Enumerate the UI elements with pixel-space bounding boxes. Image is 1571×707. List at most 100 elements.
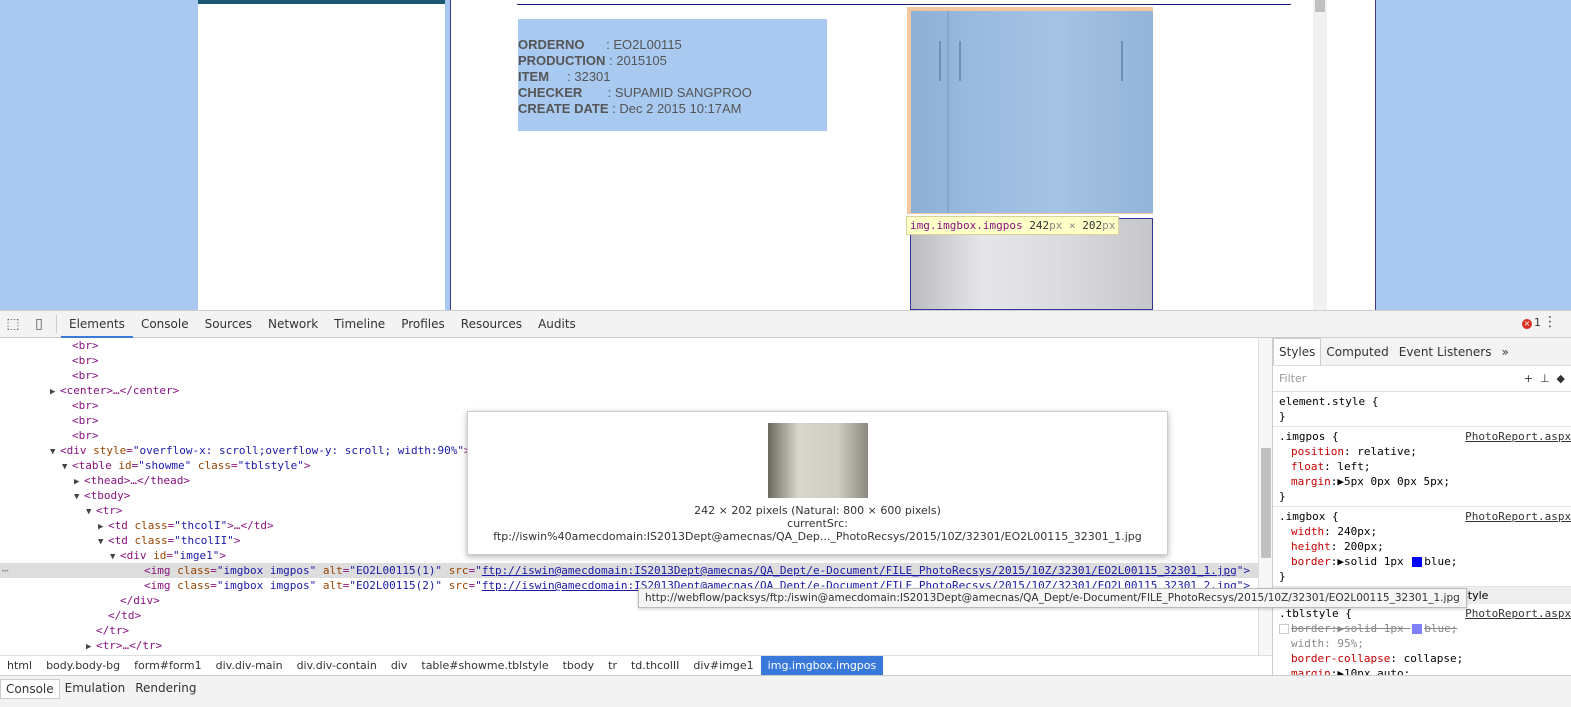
web-page-viewport: ORDERNO : EO2L00115 PRODUCTION : 2015105… bbox=[0, 0, 1571, 310]
node-markup: <div id="imge1"> bbox=[120, 549, 226, 562]
tblstyle-rule[interactable]: .tblstyle { PhotoReport.aspx:14 border:▶… bbox=[1273, 604, 1571, 675]
source-link[interactable]: PhotoReport.aspx:16 bbox=[1465, 509, 1571, 524]
dom-node[interactable]: ▶ <tr>…</tr> bbox=[0, 638, 1258, 653]
tab-timeline[interactable]: Timeline bbox=[326, 311, 393, 338]
node-markup: <br> bbox=[72, 369, 99, 382]
tab-console[interactable]: Console bbox=[133, 311, 197, 338]
tab-audits[interactable]: Audits bbox=[530, 311, 584, 338]
src-link[interactable]: ftp://iswin@amecdomain:IS2013Dept@amecna… bbox=[482, 564, 1237, 577]
dom-node[interactable]: <br> bbox=[0, 368, 1258, 383]
breadcrumb-item[interactable]: table#showme.tblstyle bbox=[414, 656, 555, 676]
divider bbox=[56, 315, 57, 333]
info-row: ORDERNO : EO2L00115 bbox=[518, 37, 682, 52]
node-menu-dots[interactable]: ⋯ bbox=[2, 563, 9, 578]
breadcrumb-item[interactable]: img.imgbox.imgpos bbox=[760, 655, 884, 676]
divider bbox=[517, 4, 1291, 5]
source-link[interactable]: PhotoReport.aspx:14 bbox=[1465, 606, 1571, 621]
tab-elements[interactable]: Elements bbox=[61, 311, 133, 338]
tab-styles[interactable]: Styles bbox=[1273, 338, 1322, 365]
tab-event-listeners[interactable]: Event Listeners bbox=[1394, 345, 1497, 359]
image-preview-popover: 242 × 202 pixels (Natural: 800 × 600 pix… bbox=[467, 411, 1168, 555]
more-options-icon[interactable]: ⋮ bbox=[1543, 314, 1557, 330]
tab-network[interactable]: Network bbox=[260, 311, 326, 338]
collapsed-triangle-icon[interactable]: ▶ bbox=[86, 640, 96, 655]
node-markup: </tr> bbox=[96, 624, 130, 637]
imgpos-rule[interactable]: .imgpos { PhotoReport.aspx:17 position: … bbox=[1273, 427, 1571, 507]
breadcrumb-item[interactable]: tbody bbox=[556, 656, 602, 676]
url-tooltip: http://webflow/packsys/ftp:/iswin@amecdo… bbox=[638, 588, 1467, 608]
attr-value-end: "> bbox=[1236, 564, 1251, 577]
info-row: ITEM : 32301 bbox=[518, 69, 611, 84]
breadcrumb-item[interactable]: div bbox=[384, 656, 415, 676]
devtools-toolbar: ⬚ ▯ Elements Console Sources Network Timelin… bbox=[0, 310, 1571, 338]
dom-node[interactable]: <br> bbox=[0, 338, 1258, 353]
drawer-tabs: Console Emulation Rendering bbox=[0, 675, 1571, 707]
node-markup: <br> bbox=[72, 399, 99, 412]
node-markup: <br> bbox=[72, 354, 99, 367]
new-style-rule-icon[interactable]: + bbox=[1524, 372, 1533, 385]
breadcrumb-item[interactable]: form#form1 bbox=[127, 656, 209, 676]
breadcrumb-item[interactable]: html bbox=[0, 656, 39, 676]
inspect-element-icon[interactable]: ⬚ bbox=[0, 311, 26, 337]
dom-node[interactable]: </tr> bbox=[0, 623, 1258, 638]
styles-tabs: Styles Computed Event Listeners » bbox=[1273, 338, 1571, 366]
page-sidebar bbox=[198, 4, 445, 310]
content-scrollbar[interactable] bbox=[1313, 0, 1327, 310]
breadcrumb-item[interactable]: div#imge1 bbox=[686, 656, 760, 676]
node-markup: <td class="thcolII"> bbox=[108, 534, 241, 547]
breadcrumb-item[interactable]: body.body-bg bbox=[39, 656, 127, 676]
node-markup: <thead>…</thead> bbox=[84, 474, 190, 487]
node-markup: <br> bbox=[72, 429, 99, 442]
imgbox-rule[interactable]: .imgbox { PhotoReport.aspx:16 width: 240… bbox=[1273, 507, 1571, 587]
property-checkbox[interactable] bbox=[1279, 624, 1289, 634]
styles-pane: Styles Computed Event Listeners » Filter… bbox=[1272, 338, 1571, 675]
tab-computed[interactable]: Computed bbox=[1321, 345, 1393, 359]
breadcrumb-item[interactable]: div.div-main bbox=[209, 656, 290, 676]
tab-resources[interactable]: Resources bbox=[453, 311, 530, 338]
error-icon: × bbox=[1522, 319, 1532, 329]
tab-sources[interactable]: Sources bbox=[197, 311, 260, 338]
node-markup: <td class="thcolI">…</td> bbox=[108, 519, 274, 532]
breadcrumb-item[interactable]: div.div-contain bbox=[290, 656, 384, 676]
node-markup: <tr>…</tr> bbox=[96, 639, 163, 652]
node-markup: <tbody> bbox=[84, 489, 131, 502]
pin-icon[interactable]: ⊥ bbox=[1540, 372, 1550, 385]
styles-filter[interactable]: Filter + ⊥ ◆ bbox=[1273, 366, 1571, 392]
more-tabs-button[interactable]: » bbox=[1496, 345, 1513, 359]
color-swatch[interactable] bbox=[1412, 557, 1423, 567]
order-info-box: ORDERNO : EO2L00115 PRODUCTION : 2015105… bbox=[518, 19, 827, 131]
info-row: CHECKER : SUPAMID SANGPROO bbox=[518, 85, 752, 100]
node-markup: <div style="overflow-x: scroll;overflow-… bbox=[60, 444, 471, 457]
error-counter[interactable]: × 1 bbox=[1522, 316, 1541, 329]
tab-profiles[interactable]: Profiles bbox=[393, 311, 453, 338]
photo-1-highlighted[interactable] bbox=[907, 7, 1153, 214]
node-markup: <img class="imgbox imgpos" alt="EO2L0011… bbox=[144, 564, 482, 577]
toggle-state-icon[interactable]: ◆ bbox=[1557, 372, 1565, 385]
node-markup: </div> bbox=[120, 594, 160, 607]
image-dimensions: 242 × 202 pixels (Natural: 800 × 600 pix… bbox=[694, 504, 941, 517]
dom-node[interactable]: ▶ <center>…</center> bbox=[0, 383, 1258, 398]
node-markup: </td> bbox=[108, 609, 142, 622]
drawer-tab-console[interactable]: Console bbox=[0, 679, 60, 699]
node-markup: <table id="showme" class="tblstyle"> bbox=[72, 459, 311, 472]
node-markup: <tr> bbox=[96, 504, 123, 517]
element-highlight-tooltip: img.imgbox.imgpos 242px × 202px bbox=[906, 216, 1120, 235]
dom-node[interactable]: </td> bbox=[0, 608, 1258, 623]
drawer-tab-rendering[interactable]: Rendering bbox=[130, 679, 201, 697]
device-mode-icon[interactable]: ▯ bbox=[26, 311, 52, 337]
drawer-tab-emulation[interactable]: Emulation bbox=[60, 679, 131, 697]
node-markup: <img class="imgbox imgpos" alt="EO2L0011… bbox=[144, 579, 482, 592]
source-link[interactable]: PhotoReport.aspx:17 bbox=[1465, 429, 1571, 444]
breadcrumb-item[interactable]: tr bbox=[601, 656, 624, 676]
breadcrumb-item[interactable]: td.thcolII bbox=[624, 656, 686, 676]
info-row: PRODUCTION : 2015105 bbox=[518, 53, 667, 68]
node-markup: <center>…</center> bbox=[60, 384, 180, 397]
dom-node[interactable]: ⋯ <img class="imgbox imgpos" alt="EO2L001… bbox=[0, 563, 1258, 578]
info-row: CREATE DATE : Dec 2 2015 10:17AM bbox=[518, 101, 742, 116]
dom-node[interactable]: <br> bbox=[0, 353, 1258, 368]
dom-breadcrumbs: html body.body-bg form#form1 div.div-main di… bbox=[0, 655, 1272, 676]
element-style-rule[interactable]: element.style {} bbox=[1273, 392, 1571, 427]
image-preview-thumbnail bbox=[767, 423, 868, 498]
node-markup: <br> bbox=[72, 339, 99, 352]
filter-input[interactable]: Filter bbox=[1279, 372, 1306, 385]
